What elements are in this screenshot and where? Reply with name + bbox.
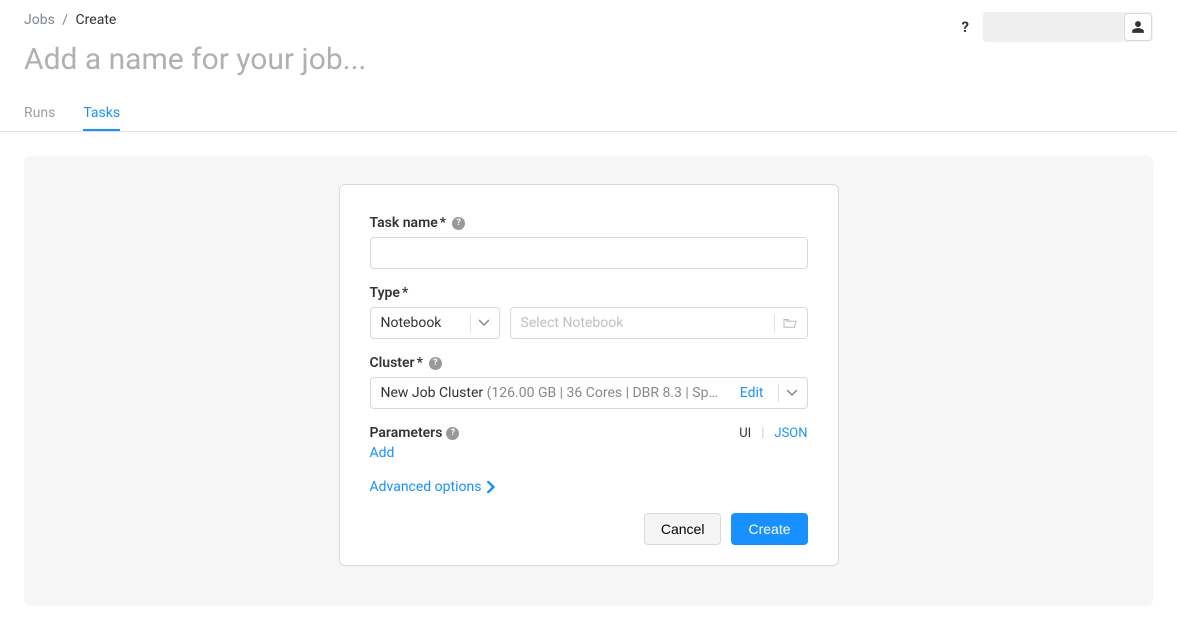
help-tooltip-icon[interactable]: ? xyxy=(429,357,442,370)
type-select-value: Notebook xyxy=(381,315,462,331)
user-name-placeholder xyxy=(983,12,1123,42)
cluster-select[interactable]: New Job Cluster (126.00 GB | 36 Cores | … xyxy=(370,377,808,409)
params-mode-json[interactable]: JSON xyxy=(774,426,807,441)
user-avatar-icon[interactable] xyxy=(1124,13,1152,41)
help-icon[interactable]: ? xyxy=(962,18,969,36)
job-title-input[interactable]: Add a name for your job... xyxy=(24,42,1153,77)
type-select[interactable]: Notebook xyxy=(370,307,500,339)
task-form-card: Task name* ? Type* Notebook Select Noteb… xyxy=(339,184,839,566)
help-tooltip-icon[interactable]: ? xyxy=(452,217,465,230)
chevron-right-icon xyxy=(487,481,495,493)
advanced-options-toggle[interactable]: Advanced options xyxy=(370,479,808,495)
chevron-down-icon xyxy=(479,318,489,328)
type-label: Type* xyxy=(370,285,808,301)
advanced-options-label: Advanced options xyxy=(370,479,482,495)
parameters-label: Parameters ? xyxy=(370,425,460,441)
task-name-label: Task name* ? xyxy=(370,215,808,231)
content-area: Task name* ? Type* Notebook Select Noteb… xyxy=(24,156,1153,606)
user-menu[interactable] xyxy=(983,12,1153,42)
breadcrumb-separator: / xyxy=(62,12,68,28)
task-name-input[interactable] xyxy=(370,237,808,269)
notebook-select[interactable]: Select Notebook xyxy=(510,307,808,339)
cancel-button[interactable]: Cancel xyxy=(644,513,722,545)
folder-open-icon xyxy=(783,317,797,329)
cluster-label: Cluster* ? xyxy=(370,355,808,371)
select-divider xyxy=(778,384,779,402)
chevron-down-icon xyxy=(787,388,797,398)
select-divider xyxy=(774,314,775,332)
breadcrumb-root[interactable]: Jobs xyxy=(24,12,55,28)
params-mode-ui[interactable]: UI xyxy=(739,426,751,441)
cluster-value: New Job Cluster (126.00 GB | 36 Cores | … xyxy=(381,385,734,401)
create-button[interactable]: Create xyxy=(731,513,807,545)
breadcrumb: Jobs / Create xyxy=(24,12,116,28)
breadcrumb-current: Create xyxy=(76,12,117,28)
tabs: Runs Tasks xyxy=(0,97,1177,132)
toggle-separator: | xyxy=(761,426,764,441)
tab-tasks[interactable]: Tasks xyxy=(83,97,120,131)
add-parameter-link[interactable]: Add xyxy=(370,445,395,461)
notebook-select-placeholder: Select Notebook xyxy=(521,315,766,331)
cluster-edit-link[interactable]: Edit xyxy=(740,385,764,401)
tab-runs[interactable]: Runs xyxy=(24,97,55,131)
select-divider xyxy=(470,314,471,332)
help-tooltip-icon[interactable]: ? xyxy=(446,427,459,440)
parameters-mode-toggle: UI | JSON xyxy=(739,426,807,441)
